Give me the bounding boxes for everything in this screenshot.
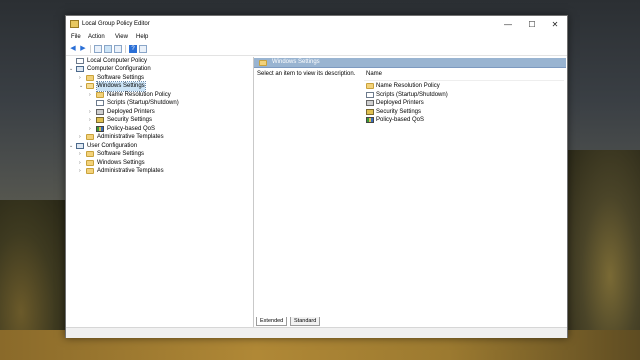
up-one-level-icon[interactable] xyxy=(94,45,102,53)
back-arrow-icon[interactable]: ◀ xyxy=(69,45,77,53)
folder-icon xyxy=(366,83,374,89)
name-column-header[interactable]: Name xyxy=(366,71,382,77)
menu-view[interactable]: View xyxy=(115,34,128,40)
window-title: Local Group Policy Editor xyxy=(82,21,150,27)
folder-icon xyxy=(86,160,94,166)
tab-extended[interactable]: Extended xyxy=(256,317,288,326)
expand-chevron-icon[interactable]: › xyxy=(89,91,94,100)
computer-icon xyxy=(76,66,84,72)
menu-file[interactable]: File xyxy=(71,34,81,40)
column-divider xyxy=(364,80,564,81)
close-button[interactable]: ✕ xyxy=(544,18,566,31)
scripts-icon xyxy=(96,100,104,106)
details-header: Windows Settings xyxy=(254,58,566,68)
folder-open-icon xyxy=(86,83,94,89)
show-action-pane-icon[interactable] xyxy=(139,45,147,53)
export-list-icon[interactable] xyxy=(114,45,122,53)
folder-icon xyxy=(259,60,267,66)
expand-chevron-icon[interactable]: › xyxy=(79,167,84,176)
expand-chevron-icon[interactable]: › xyxy=(79,150,84,159)
toolbar-separator xyxy=(125,45,126,53)
policy-doc-icon xyxy=(76,58,84,64)
gpedit-window: Local Group Policy Editor — ☐ ✕ File Act… xyxy=(65,15,568,338)
show-hide-tree-icon[interactable] xyxy=(104,45,112,53)
background-tree-right xyxy=(565,150,640,360)
qos-chart-icon xyxy=(96,126,104,132)
expand-chevron-icon[interactable]: › xyxy=(79,133,84,142)
expand-chevron-icon[interactable]: › xyxy=(89,125,94,134)
printer-icon xyxy=(96,109,104,115)
user-icon xyxy=(76,143,84,149)
title-bar[interactable]: Local Group Policy Editor — ☐ ✕ xyxy=(66,16,567,33)
console-tree: Local Computer Policy ⌄ Computer Configu… xyxy=(67,57,254,327)
folder-icon xyxy=(86,134,94,140)
printer-icon xyxy=(366,100,374,106)
description-text: Select an item to view its description. xyxy=(257,71,356,77)
forward-arrow-icon[interactable]: ▶ xyxy=(79,45,87,53)
folder-icon xyxy=(86,151,94,157)
status-bar xyxy=(66,327,567,338)
folder-icon xyxy=(86,168,94,174)
details-pane: Windows Settings Select an item to view … xyxy=(254,57,566,327)
menu-help[interactable]: Help xyxy=(136,34,148,40)
security-settings-icon xyxy=(366,109,374,115)
collapse-chevron-icon[interactable]: ⌄ xyxy=(69,65,74,74)
tab-standard[interactable]: Standard xyxy=(290,317,321,326)
gpedit-app-icon xyxy=(70,20,79,28)
qos-chart-icon xyxy=(366,117,374,123)
security-settings-icon xyxy=(96,117,104,123)
collapse-chevron-icon[interactable]: ⌄ xyxy=(69,142,74,151)
folder-icon xyxy=(96,92,104,98)
menu-action[interactable]: Action xyxy=(88,34,105,40)
view-tabs: Extended Standard xyxy=(254,317,404,326)
folder-icon xyxy=(86,75,94,81)
minimize-button[interactable]: — xyxy=(497,18,519,31)
help-icon[interactable]: ? xyxy=(129,45,137,53)
maximize-button[interactable]: ☐ xyxy=(521,18,543,31)
menu-bar: File Action View Help xyxy=(66,33,567,43)
toolbar: ◀ ▶ ? xyxy=(66,43,567,56)
toolbar-separator xyxy=(90,45,91,53)
collapse-chevron-icon[interactable]: ⌄ xyxy=(79,82,84,91)
expand-chevron-icon[interactable]: › xyxy=(89,116,94,125)
scripts-icon xyxy=(366,92,374,98)
